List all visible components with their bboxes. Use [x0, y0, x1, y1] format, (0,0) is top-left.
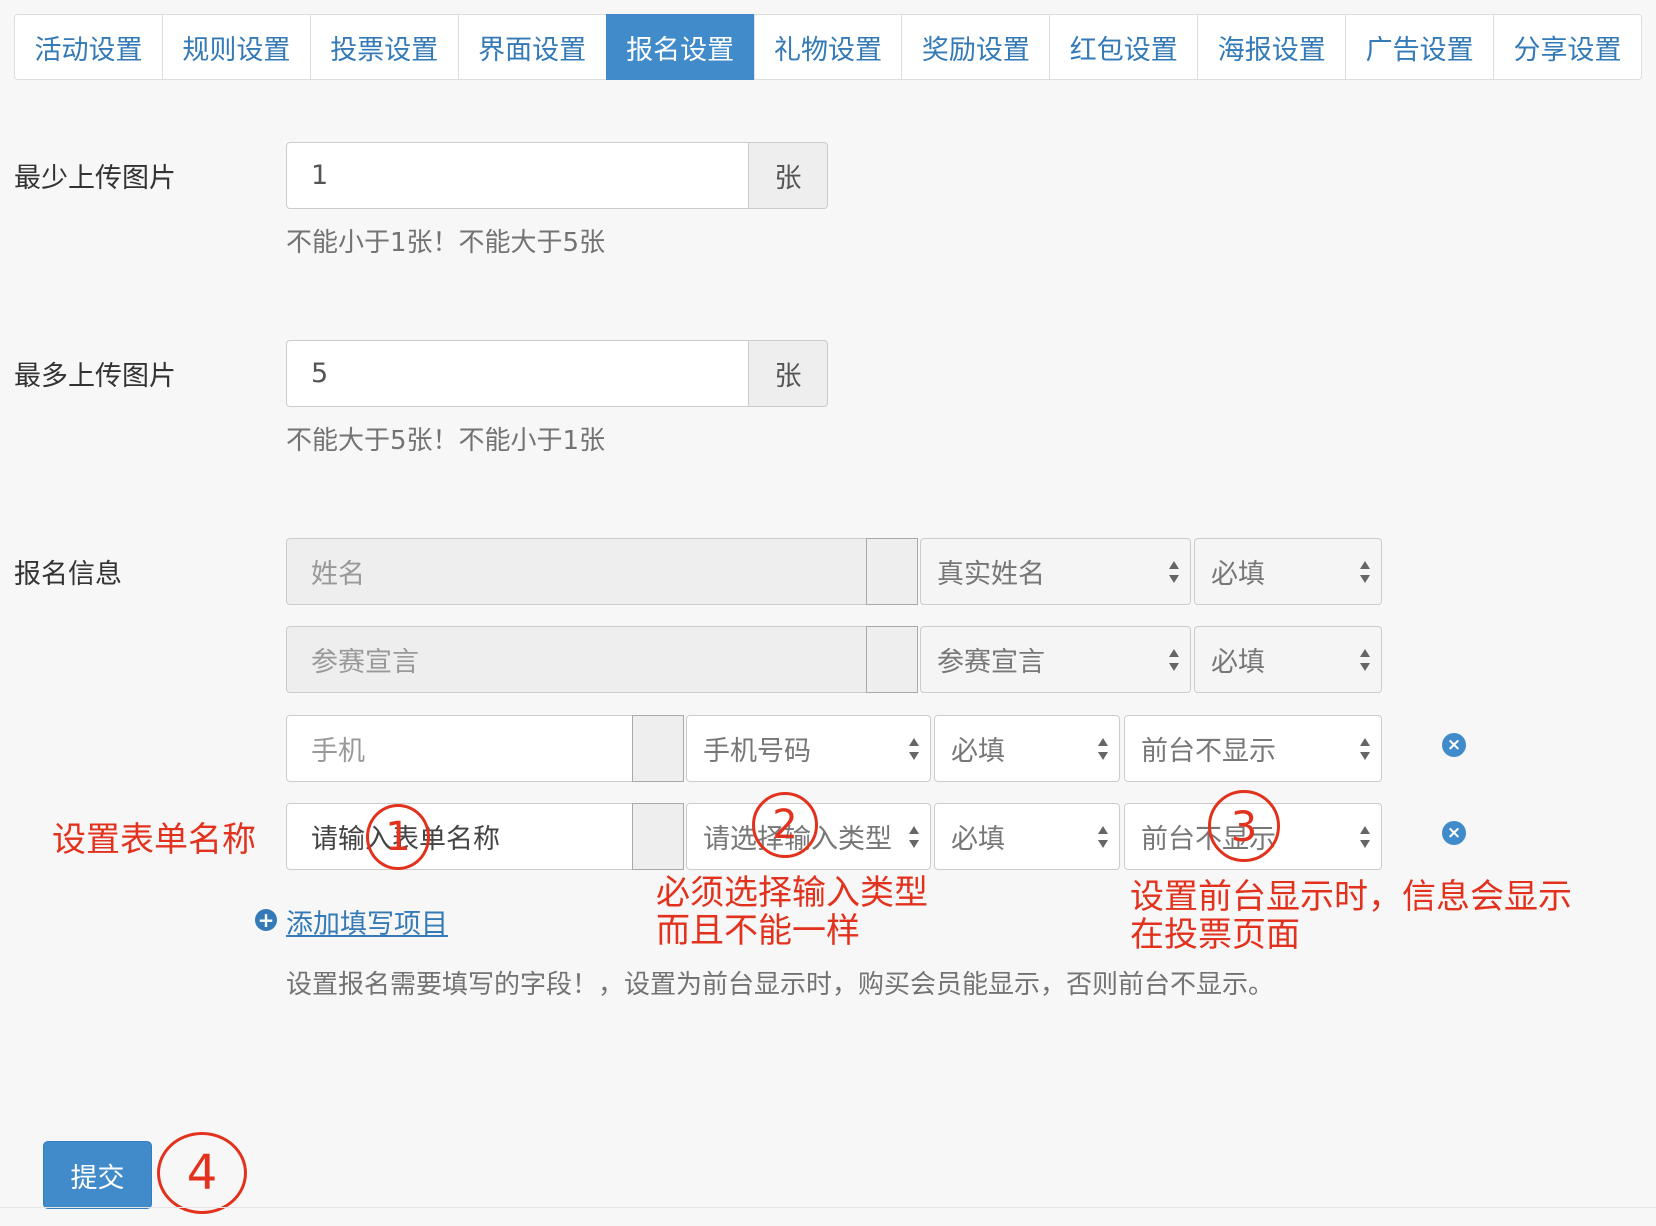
custom-field-type-select[interactable]: 手机号码 — [686, 715, 931, 782]
min-upload-unit: 张 — [748, 142, 828, 209]
fixed-field-required-select[interactable]: 必填 — [1194, 538, 1382, 605]
tab-redpacket-settings[interactable]: 红包设置 — [1049, 14, 1199, 80]
annotation-type-note-line1: 必须选择输入类型 — [656, 873, 928, 913]
select-arrows-icon — [1360, 648, 1370, 671]
fixed-field-name: 姓名 — [286, 538, 867, 605]
submit-button[interactable]: 提交 — [43, 1141, 152, 1209]
select-value: 真实姓名 — [937, 559, 1045, 590]
fixed-field-addon — [866, 538, 918, 605]
signup-help: 设置报名需要填写的字段！，设置为前台显示时，购买会员能显示，否则前台不显示。 — [286, 970, 1275, 1000]
annotation-display-note-line1: 设置前台显示时，信息会显示 — [1130, 877, 1572, 917]
fixed-field-addon — [866, 626, 918, 693]
select-arrows-icon — [1098, 737, 1108, 760]
annotation-circle-3: 3 — [1208, 790, 1280, 862]
max-upload-label: 最多上传图片 — [14, 361, 176, 392]
annotation-circle-2: 2 — [752, 792, 818, 858]
tab-reward-settings[interactable]: 奖励设置 — [901, 14, 1051, 80]
tab-activity-settings[interactable]: 活动设置 — [14, 14, 163, 80]
annotation-type-note: 必须选择输入类型 而且不能一样 — [656, 874, 928, 950]
tab-vote-settings[interactable]: 投票设置 — [309, 14, 459, 80]
custom-field-required-select[interactable]: 必填 — [934, 803, 1120, 870]
select-value: 参赛宣言 — [937, 647, 1045, 678]
max-upload-unit: 张 — [748, 340, 828, 407]
custom-field-display-select[interactable]: 前台不显示 — [1124, 715, 1382, 782]
select-value: 前台不显示 — [1141, 736, 1276, 767]
tab-poster-settings[interactable]: 海报设置 — [1197, 14, 1347, 80]
tab-interface-settings[interactable]: 界面设置 — [457, 14, 607, 80]
min-upload-input[interactable] — [286, 142, 749, 209]
select-arrows-icon — [1169, 648, 1179, 671]
min-upload-label: 最少上传图片 — [14, 163, 176, 194]
annotation-display-note: 设置前台显示时，信息会显示 在投票页面 — [1130, 878, 1572, 954]
custom-field-required-select[interactable]: 必填 — [934, 715, 1120, 782]
annotation-set-form-name: 设置表单名称 — [52, 820, 256, 860]
remove-field-icon[interactable]: × — [1442, 821, 1466, 845]
select-arrows-icon — [909, 825, 919, 848]
select-arrows-icon — [1360, 560, 1370, 583]
custom-field-addon — [632, 803, 684, 870]
select-arrows-icon — [909, 737, 919, 760]
custom-field-name-input[interactable]: 手机 — [286, 715, 634, 782]
custom-field-addon — [632, 715, 684, 782]
footer-divider — [0, 1207, 1656, 1208]
annotation-type-note-line2: 而且不能一样 — [656, 911, 860, 951]
signup-info-label: 报名信息 — [14, 559, 122, 590]
fixed-field-name: 参赛宣言 — [286, 626, 867, 693]
add-field-link[interactable]: 添加填写项目 — [286, 902, 448, 941]
select-value: 必填 — [951, 736, 1005, 767]
settings-tabs: 活动设置 规则设置 投票设置 界面设置 报名设置 礼物设置 奖励设置 红包设置 … — [14, 14, 1642, 80]
max-upload-input[interactable] — [286, 340, 749, 407]
tab-gift-settings[interactable]: 礼物设置 — [753, 14, 903, 80]
remove-field-icon[interactable]: × — [1442, 733, 1466, 757]
fixed-field-type-select[interactable]: 真实姓名 — [920, 538, 1191, 605]
select-arrows-icon — [1098, 825, 1108, 848]
select-value: 必填 — [1211, 559, 1265, 590]
fixed-field-type-select[interactable]: 参赛宣言 — [920, 626, 1191, 693]
min-upload-help: 不能小于1张！不能大于5张 — [286, 228, 606, 258]
tab-ad-settings[interactable]: 广告设置 — [1345, 14, 1495, 80]
select-value: 手机号码 — [703, 736, 811, 767]
select-arrows-icon — [1360, 737, 1370, 760]
select-arrows-icon — [1360, 825, 1370, 848]
select-value: 必填 — [951, 824, 1005, 855]
annotation-circle-1: 1 — [366, 804, 430, 870]
annotation-circle-4: 4 — [157, 1132, 247, 1214]
select-arrows-icon — [1169, 560, 1179, 583]
tab-rule-settings[interactable]: 规则设置 — [161, 14, 311, 80]
fixed-field-required-select[interactable]: 必填 — [1194, 626, 1382, 693]
max-upload-help: 不能大于5张！不能小于1张 — [286, 426, 606, 456]
select-value: 必填 — [1211, 647, 1265, 678]
custom-field-name-input[interactable]: 请输入表单名称 — [286, 803, 634, 870]
annotation-display-note-line2: 在投票页面 — [1130, 915, 1300, 955]
add-circle-icon[interactable]: + — [255, 909, 277, 931]
tab-share-settings[interactable]: 分享设置 — [1493, 14, 1642, 80]
tab-signup-settings[interactable]: 报名设置 — [605, 14, 755, 80]
